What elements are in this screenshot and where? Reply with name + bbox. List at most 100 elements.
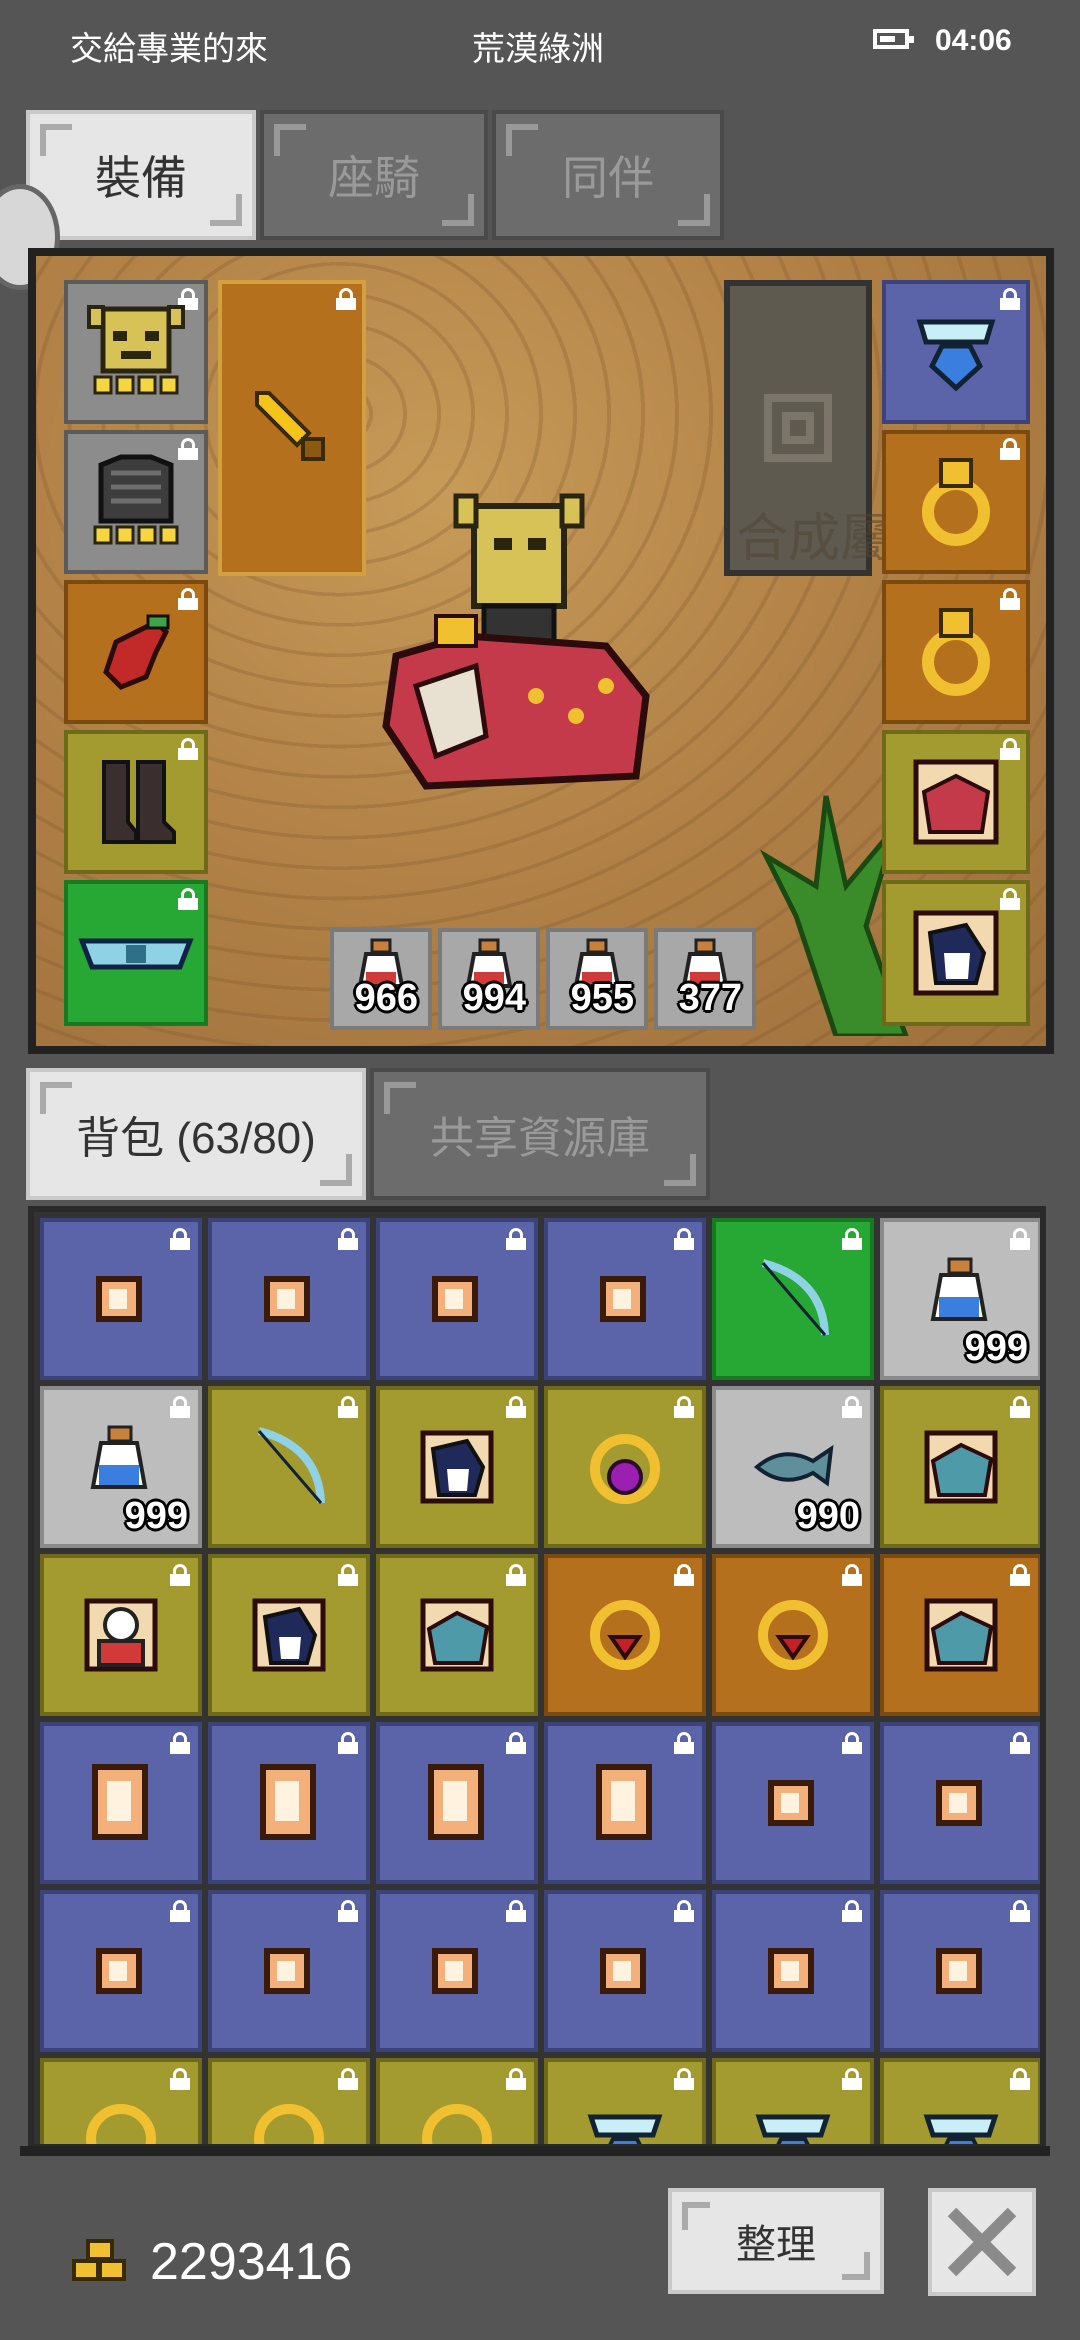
scroll-small-icon xyxy=(264,1948,310,1994)
necklace-icon xyxy=(755,2114,831,2144)
inventory-scrollbar[interactable] xyxy=(20,2146,1050,2156)
mount-card-icon xyxy=(924,1430,998,1504)
sort-button[interactable]: 整理 xyxy=(668,2188,884,2294)
inventory-slot[interactable] xyxy=(376,2058,538,2144)
lock-icon xyxy=(1010,1900,1030,1922)
scroll-small-icon xyxy=(600,1276,646,1322)
inventory-slot[interactable] xyxy=(544,1554,706,1716)
inventory-slot[interactable] xyxy=(208,1554,370,1716)
gloves-slot[interactable] xyxy=(64,580,208,724)
inventory-slot[interactable] xyxy=(880,1554,1040,1716)
amulet-icon xyxy=(254,2104,324,2144)
gold-coins-icon xyxy=(72,2239,126,2281)
tab-label: 座騎 xyxy=(328,152,420,204)
inventory-slot[interactable] xyxy=(376,1722,538,1884)
inventory-slot[interactable]: 999 xyxy=(880,1218,1040,1380)
inventory-slot[interactable] xyxy=(376,1386,538,1548)
potion-slot-3[interactable]: 955 xyxy=(546,928,648,1030)
close-icon xyxy=(947,2207,1017,2277)
lock-icon xyxy=(338,1228,358,1250)
lock-icon xyxy=(338,2068,358,2090)
lock-icon xyxy=(170,2068,190,2090)
armor-slot[interactable] xyxy=(64,430,208,574)
tab-mount[interactable]: 座騎 xyxy=(260,110,488,240)
inventory-slot[interactable] xyxy=(376,1554,538,1716)
scroll-small-icon xyxy=(936,1948,982,1994)
inventory-slot[interactable] xyxy=(712,1218,874,1380)
tab-companion[interactable]: 同伴 xyxy=(492,110,724,240)
boots-slot[interactable] xyxy=(64,730,208,874)
mount-slot[interactable] xyxy=(882,730,1030,874)
necklace-slot[interactable] xyxy=(882,280,1030,424)
inventory-slot[interactable] xyxy=(208,1218,370,1380)
inventory-slot[interactable] xyxy=(544,1218,706,1380)
pet-snowman-icon xyxy=(84,1598,158,1672)
inventory-slot[interactable] xyxy=(40,2058,202,2144)
potion-slot-4[interactable]: 377 xyxy=(654,928,756,1030)
lock-icon xyxy=(506,2068,526,2090)
lock-icon xyxy=(842,1900,862,1922)
ring-slot-1[interactable] xyxy=(882,430,1030,574)
equipment-panel: 合成屬性 966 994 955 377 xyxy=(28,248,1054,1054)
inventory-slot[interactable] xyxy=(880,1722,1040,1884)
lock-icon xyxy=(506,1900,526,1922)
inventory-slot[interactable] xyxy=(208,1722,370,1884)
tab-shared-storage[interactable]: 共享資源庫 xyxy=(370,1068,710,1200)
ring-slot-2[interactable] xyxy=(882,580,1030,724)
mount-card-icon xyxy=(924,1598,998,1672)
potion-slot-1[interactable]: 966 xyxy=(330,928,432,1030)
scroll-large-icon xyxy=(428,1764,484,1840)
inventory-slot[interactable] xyxy=(40,1890,202,2052)
ring-icon xyxy=(922,608,990,696)
clock: 04:06 xyxy=(935,24,1012,57)
inventory-slot[interactable] xyxy=(712,1554,874,1716)
weapon-slot[interactable] xyxy=(218,280,366,576)
pet-slot[interactable] xyxy=(882,880,1030,1026)
lock-icon xyxy=(170,1900,190,1922)
inventory-slot[interactable] xyxy=(376,1218,538,1380)
scroll-small-icon xyxy=(600,1948,646,1994)
inventory-slot[interactable] xyxy=(544,1386,706,1548)
inventory-slot[interactable] xyxy=(544,2058,706,2144)
tab-label: 裝備 xyxy=(95,152,187,204)
belt-slot[interactable] xyxy=(64,880,208,1026)
inventory-slot[interactable] xyxy=(40,1722,202,1884)
inventory-slot[interactable] xyxy=(712,1890,874,2052)
inventory-slot[interactable] xyxy=(880,1386,1040,1548)
inventory-slot[interactable] xyxy=(880,2058,1040,2144)
tab-backpack[interactable]: 背包 (63/80) xyxy=(26,1068,366,1200)
tab-equipment[interactable]: 裝備 xyxy=(26,110,256,240)
inventory-slot[interactable] xyxy=(544,1722,706,1884)
inventory-slot[interactable] xyxy=(40,1554,202,1716)
boots-icon xyxy=(102,760,176,844)
lock-icon xyxy=(338,1564,358,1586)
inventory-slot[interactable] xyxy=(40,1218,202,1380)
lock-icon xyxy=(674,2068,694,2090)
inventory-slot[interactable] xyxy=(208,2058,370,2144)
helmet-slot[interactable] xyxy=(64,280,208,424)
inventory-slot[interactable] xyxy=(376,1890,538,2052)
scroll-small-icon xyxy=(264,1276,310,1322)
inventory-slot[interactable]: 999 xyxy=(40,1386,202,1548)
scroll-small-icon xyxy=(432,1276,478,1322)
inventory-slot[interactable] xyxy=(712,1722,874,1884)
inventory-slot[interactable]: 990 xyxy=(712,1386,874,1548)
inventory-slot[interactable] xyxy=(208,1890,370,2052)
inventory-slot[interactable] xyxy=(544,1890,706,2052)
target-icon xyxy=(764,394,832,462)
potion-slot-2[interactable]: 994 xyxy=(438,928,540,1030)
close-button[interactable] xyxy=(928,2188,1036,2296)
bow-icon xyxy=(761,1259,829,1336)
inventory-slot[interactable] xyxy=(208,1386,370,1548)
inventory-slot[interactable] xyxy=(712,2058,874,2144)
scroll-small-icon xyxy=(768,1780,814,1826)
battery-icon xyxy=(873,29,914,49)
amulet-red-icon xyxy=(590,1600,660,1670)
necklace-icon xyxy=(587,2114,663,2144)
lock-icon xyxy=(506,1564,526,1586)
lock-icon xyxy=(674,1228,694,1250)
scroll-large-icon xyxy=(260,1764,316,1840)
gold-amount: 2293416 xyxy=(150,2233,353,2291)
tab-label: 同伴 xyxy=(562,152,654,204)
inventory-slot[interactable] xyxy=(880,1890,1040,2052)
